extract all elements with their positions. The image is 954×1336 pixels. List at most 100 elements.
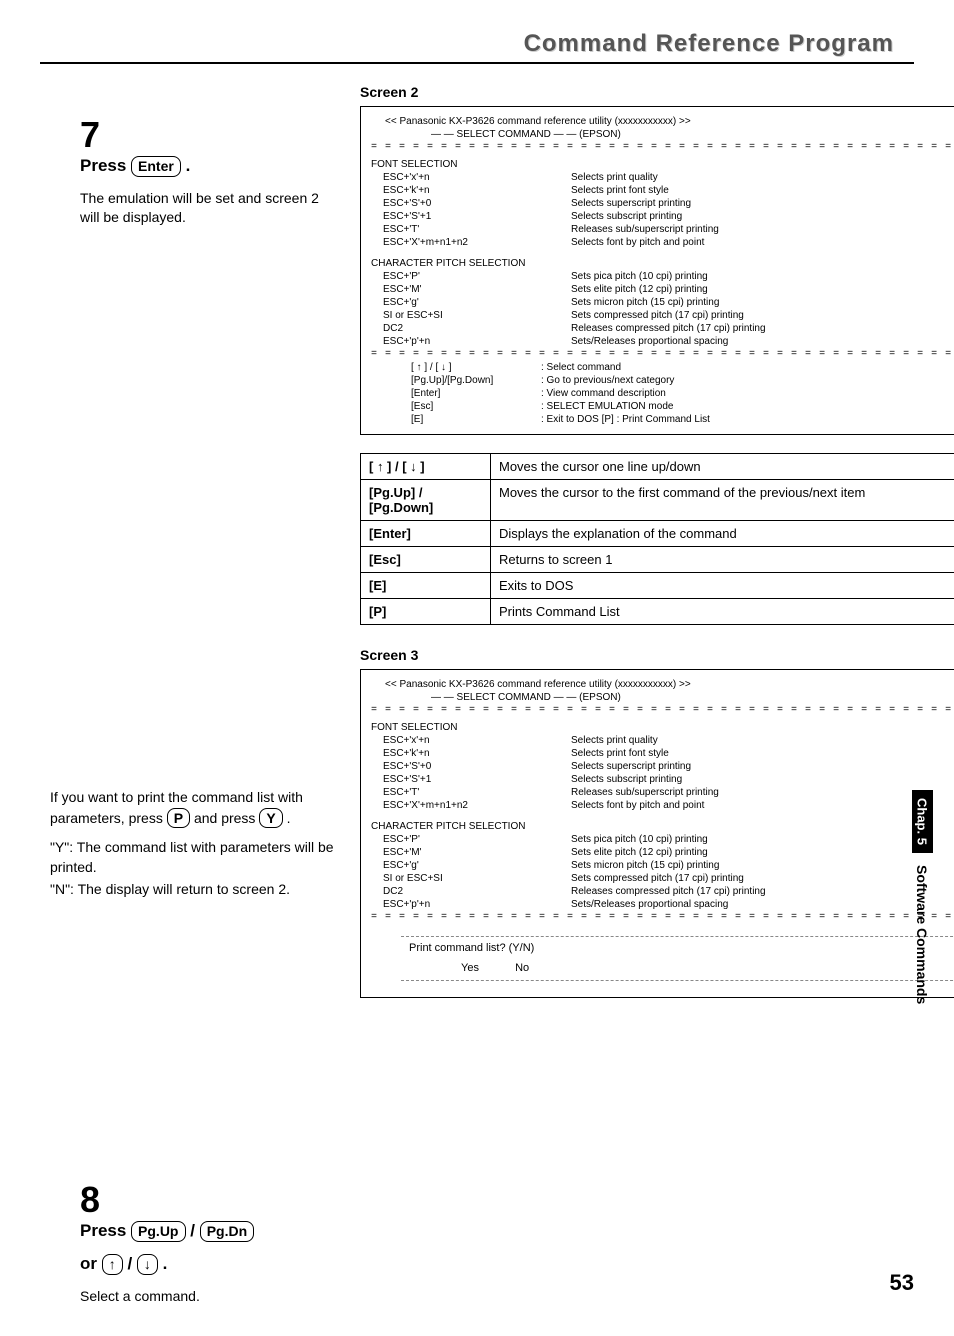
screen3-box: << Panasonic KX-P3626 command reference … xyxy=(360,669,954,998)
key-table: [ ↑ ] / [ ↓ ]Moves the cursor one line u… xyxy=(360,453,954,625)
row-desc: : View command description xyxy=(541,387,954,400)
row-key: ESC+'T' xyxy=(371,786,571,799)
key-cell: [E] xyxy=(361,573,491,599)
command-row: ESC+'T'Releases sub/superscript printing xyxy=(371,223,954,236)
row-key: ESC+'g' xyxy=(371,859,571,872)
row-key: ESC+'S'+1 xyxy=(371,210,571,223)
row-desc: Selects font by pitch and point xyxy=(571,236,954,249)
row-desc: Selects print font style xyxy=(571,184,954,197)
help-row: [E]: Exit to DOS [P] : Print Command Lis… xyxy=(371,413,954,426)
help-row: [ ↑ ] / [ ↓ ]: Select command xyxy=(371,361,954,374)
table-row: [Esc]Returns to screen 1 xyxy=(361,547,954,573)
side-tabs: Chap. 5 Software Commands xyxy=(904,790,940,1008)
row-key: DC2 xyxy=(371,322,571,335)
command-row: ESC+'x'+nSelects print quality xyxy=(371,171,954,184)
row-key: ESC+'M' xyxy=(371,846,571,859)
desc-cell: Exits to DOS xyxy=(491,573,954,599)
row-desc: : Select command xyxy=(541,361,954,374)
row-desc: Selects font by pitch and point xyxy=(571,799,954,812)
command-row: SI or ESC+SISets compressed pitch (17 cp… xyxy=(371,872,954,885)
keycap-pgup: Pg.Up xyxy=(131,1221,185,1242)
text-y: "Y": The command list with parameters wi… xyxy=(50,838,370,877)
help-row: [Pg.Up]/[Pg.Down]: Go to previous/next c… xyxy=(371,374,954,387)
keycap-y: Y xyxy=(259,808,282,829)
step-7: 7 Press Enter . The emulation will be se… xyxy=(80,114,340,228)
row-desc: Sets pica pitch (10 cpi) printing xyxy=(571,270,954,283)
command-row: ESC+'g'Sets micron pitch (15 cpi) printi… xyxy=(371,296,954,309)
command-row: ESC+'k'+nSelects print font style xyxy=(371,184,954,197)
command-row: ESC+'X'+m+n1+n2Selects font by pitch and… xyxy=(371,799,954,812)
row-desc: Releases sub/superscript printing xyxy=(571,223,954,236)
keycap-enter: Enter xyxy=(131,156,181,177)
table-row: [Pg.Up] / [Pg.Down]Moves the cursor to t… xyxy=(361,480,954,521)
row-desc: : Go to previous/next category xyxy=(541,374,954,387)
text: . xyxy=(163,1254,168,1273)
row-key: ESC+'x'+n xyxy=(371,171,571,184)
text: Press xyxy=(80,156,131,175)
keycap-p: P xyxy=(167,808,190,829)
step-desc: Select a command. xyxy=(80,1287,340,1307)
key-cell: [Esc] xyxy=(361,547,491,573)
row-key: ESC+'g' xyxy=(371,296,571,309)
row-desc: Selects print quality xyxy=(571,171,954,184)
command-row: SI or ESC+SISets compressed pitch (17 cp… xyxy=(371,309,954,322)
row-key: ESC+'P' xyxy=(371,270,571,283)
table-row: [Enter]Displays the explanation of the c… xyxy=(361,521,954,547)
text: . xyxy=(186,156,191,175)
row-key: ESC+'p'+n xyxy=(371,335,571,348)
row-key: DC2 xyxy=(371,885,571,898)
table-row: [E]Exits to DOS xyxy=(361,573,954,599)
command-row: ESC+'S'+1Selects subscript printing xyxy=(371,210,954,223)
screen-head1: << Panasonic KX-P3626 command reference … xyxy=(371,678,954,691)
row-desc: : SELECT EMULATION mode xyxy=(541,400,954,413)
row-key: ESC+'T' xyxy=(371,223,571,236)
row-key: ESC+'p'+n xyxy=(371,898,571,911)
command-row: ESC+'p'+nSets/Releases proportional spac… xyxy=(371,335,954,348)
step-title: Press Enter . xyxy=(80,156,340,177)
page-number: 53 xyxy=(890,1270,914,1296)
keycap-pgdn: Pg.Dn xyxy=(200,1221,254,1242)
text: or xyxy=(80,1254,102,1273)
step-8: 8 Press Pg.Up / Pg.Dn or ↑ / ↓ . Select … xyxy=(80,1179,340,1306)
step-number: 8 xyxy=(80,1179,110,1221)
screen-head2: — — SELECT COMMAND — — (EPSON) xyxy=(371,691,954,704)
row-key: SI or ESC+SI xyxy=(371,309,571,322)
keycap-up: ↑ xyxy=(102,1254,123,1275)
text: / xyxy=(127,1254,136,1273)
row-desc: Sets/Releases proportional spacing xyxy=(571,898,954,911)
row-key: [Esc] xyxy=(411,400,541,413)
table-row: [P]Prints Command List xyxy=(361,599,954,625)
row-key: ESC+'S'+1 xyxy=(371,773,571,786)
desc-cell: Returns to screen 1 xyxy=(491,547,954,573)
row-desc: Sets compressed pitch (17 cpi) printing xyxy=(571,309,954,322)
prompt-text: Print command list? (Y/N) xyxy=(401,939,954,957)
row-desc: Selects print quality xyxy=(571,734,954,747)
command-row: ESC+'P'Sets pica pitch (10 cpi) printing xyxy=(371,833,954,846)
row-key: [ ↑ ] / [ ↓ ] xyxy=(411,361,541,374)
command-row: ESC+'x'+nSelects print quality xyxy=(371,734,954,747)
page-header-title: Command Reference Program xyxy=(40,30,894,58)
help-row: [Enter]: View command description xyxy=(371,387,954,400)
row-desc: Selects superscript printing xyxy=(571,760,954,773)
command-row: ESC+'p'+nSets/Releases proportional spac… xyxy=(371,898,954,911)
command-row: ESC+'P'Sets pica pitch (10 cpi) printing xyxy=(371,270,954,283)
row-key: SI or ESC+SI xyxy=(371,872,571,885)
divider: = = = = = = = = = = = = = = = = = = = = … xyxy=(371,704,954,717)
text: and press xyxy=(194,810,255,826)
pitch-section-head: CHARACTER PITCH SELECTION xyxy=(371,257,954,270)
prompt-yes: Yes xyxy=(461,962,479,974)
divider: = = = = = = = = = = = = = = = = = = = = … xyxy=(371,141,954,154)
text: If you want to print the command list wi… xyxy=(50,788,370,828)
row-key: ESC+'k'+n xyxy=(371,747,571,760)
row-key: ESC+'k'+n xyxy=(371,184,571,197)
screen2-box: << Panasonic KX-P3626 command reference … xyxy=(360,106,954,435)
print-prompt-box: Print command list? (Y/N) Yes No xyxy=(391,928,954,989)
divider: = = = = = = = = = = = = = = = = = = = = … xyxy=(371,348,954,361)
row-key: ESC+'x'+n xyxy=(371,734,571,747)
chapter-tab: Chap. 5 xyxy=(912,790,933,853)
divider: = = = = = = = = = = = = = = = = = = = = … xyxy=(371,911,954,924)
row-desc: Selects subscript printing xyxy=(571,210,954,223)
row-desc: Selects superscript printing xyxy=(571,197,954,210)
step-title-line2: or ↑ / ↓ . xyxy=(80,1254,340,1275)
row-key: ESC+'X'+m+n1+n2 xyxy=(371,236,571,249)
